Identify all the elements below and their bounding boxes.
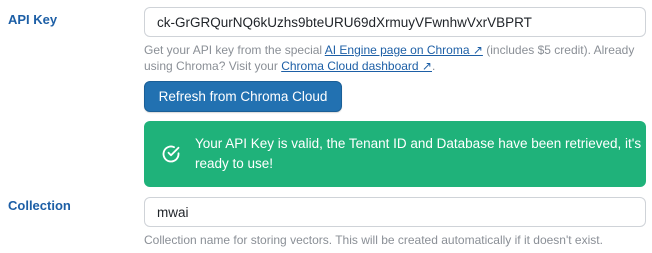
collection-label: Collection [8,198,71,213]
api-key-label: API Key [8,12,58,27]
chroma-cloud-dashboard-link[interactable]: Chroma Cloud dashboard ↗ [281,59,432,73]
check-circle-icon [162,145,180,163]
api-key-help: Get your API key from the special AI Eng… [144,42,649,74]
api-key-input[interactable]: ck-GrGRQurNQ6kUzhs9bteURU69dXrmuyVFwnhwV… [144,7,646,37]
collection-input[interactable]: mwai [144,197,646,227]
ai-engine-link[interactable]: AI Engine page on Chroma ↗ [325,43,483,57]
refresh-button[interactable]: Refresh from Chroma Cloud [144,81,342,112]
api-key-help-prefix: Get your API key from the special [144,43,325,57]
api-key-help-suffix: . [432,59,436,73]
collection-help: Collection name for storing vectors. Thi… [144,233,603,247]
success-alert: Your API Key is valid, the Tenant ID and… [144,121,646,187]
success-message: Your API Key is valid, the Tenant ID and… [195,136,642,171]
